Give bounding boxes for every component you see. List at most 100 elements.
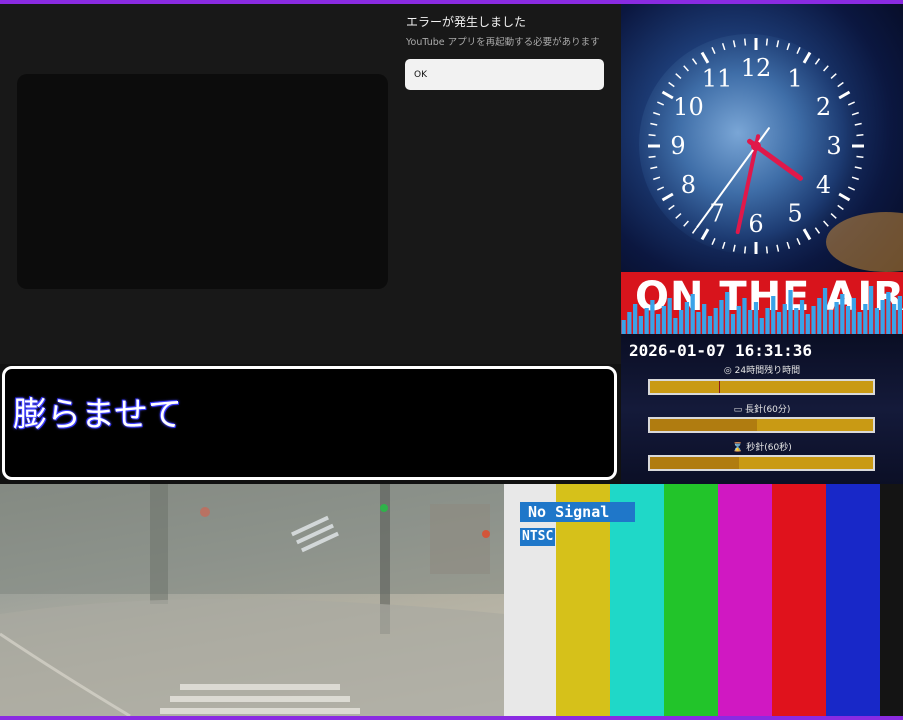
spectrum-bar <box>782 304 787 334</box>
clock-tick <box>743 38 747 46</box>
second-hand-label: ⌛ 秒針(60秒) <box>732 443 792 453</box>
day-remaining-marker <box>719 381 721 393</box>
spectrum-bar <box>799 300 805 334</box>
clock-numeral: 9 <box>670 132 685 160</box>
spectrum-bar <box>840 294 845 334</box>
spectrum-bar <box>891 304 897 334</box>
spectrum-bar <box>673 318 678 334</box>
ok-button[interactable]: OK <box>405 59 604 90</box>
time-remaining-panel: 2026-01-07 16:31:36 ◎ 24時間残り時間 ▭ 長針(60分)… <box>621 334 903 484</box>
spectrum-bar <box>828 310 833 334</box>
minute-hand-label: ▭ 長針(60分) <box>733 405 791 415</box>
color-bar <box>718 484 772 716</box>
spectrum-bar <box>684 302 690 334</box>
clock-numeral: 2 <box>816 93 831 121</box>
spectrum-bar <box>661 306 667 334</box>
spectrum-bar <box>667 298 672 334</box>
spectrum-bar <box>707 316 713 334</box>
color-bar <box>826 484 880 716</box>
day-remaining-label-text: 24時間残り時間 <box>734 366 801 376</box>
color-bar <box>772 484 826 716</box>
youtube-error-panel: エラーが発生しました YouTube アプリを再起動する必要があります OK <box>0 4 621 364</box>
spectrum-bar <box>817 298 822 334</box>
second-hand-fill <box>650 457 740 469</box>
on-the-air-banner: ON THE AIR <box>621 272 903 334</box>
minute-hand-bar <box>648 417 875 433</box>
spectrum-bar <box>679 310 684 334</box>
clock-numeral: 6 <box>748 210 763 238</box>
clock-numeral: 11 <box>702 64 733 92</box>
day-remaining-label: ◎ 24時間残り時間 <box>723 366 801 376</box>
spectrum-bar <box>753 302 759 334</box>
spectrum-bar <box>736 306 741 334</box>
video-player-placeholder <box>17 74 388 289</box>
spectrum-bar <box>868 286 874 334</box>
camera-scene <box>0 484 504 716</box>
audio-spectrum-bars <box>621 286 902 334</box>
spectrum-bar <box>696 312 701 334</box>
current-datetime: 2026-01-07 16:31:36 <box>629 341 813 360</box>
no-signal-label: No Signal <box>520 502 635 522</box>
spectrum-bar <box>742 298 747 334</box>
spectrum-bar <box>834 302 839 334</box>
spectrum-bar <box>759 318 764 334</box>
clock-tick <box>856 155 864 159</box>
street-camera-feed <box>0 484 504 716</box>
day-remaining-bar <box>648 379 875 395</box>
spectrum-bar <box>776 312 782 334</box>
clock-numeral: 12 <box>741 54 772 82</box>
spectrum-bar <box>638 316 644 334</box>
spectrum-bar <box>886 292 891 334</box>
analog-clock: 12 12 3 45678 9 1011 <box>639 34 903 272</box>
clock-tick <box>765 38 769 46</box>
spectrum-bar <box>845 306 851 334</box>
spectrum-bar <box>811 306 816 334</box>
spectrum-bar <box>765 308 770 334</box>
clock-numeral: 1 <box>787 64 802 92</box>
spectrum-bar <box>725 292 730 334</box>
second-hand-label-text: 秒針(60秒) <box>746 443 792 453</box>
sun-glow <box>826 212 903 272</box>
error-dialog-message: YouTube アプリを再起動する必要があります <box>406 37 600 48</box>
spectrum-bar <box>633 304 638 334</box>
clock-center-cap <box>751 141 761 151</box>
caption-text: 膨らませて <box>13 395 182 435</box>
spectrum-bar <box>805 314 810 334</box>
clock-numeral: 7 <box>709 200 724 228</box>
spectrum-bar <box>788 290 793 334</box>
spectrum-bar <box>880 300 885 334</box>
spectrum-bar <box>621 320 626 334</box>
spectrum-bar <box>656 314 661 334</box>
clock-numeral: 3 <box>826 132 841 160</box>
spectrum-bar <box>690 294 695 334</box>
color-bar <box>880 484 903 716</box>
clock-tick <box>648 133 656 137</box>
clock-numeral: 5 <box>787 200 802 228</box>
ntsc-label: NTSC <box>520 528 556 546</box>
spectrum-bar <box>748 310 753 334</box>
color-bars-test-pattern: No Signal NTSC <box>504 484 903 716</box>
minute-hand-label-text: 長針(60分) <box>744 405 791 415</box>
spectrum-bar <box>771 296 776 334</box>
clock-numeral: 10 <box>673 93 704 121</box>
color-bar <box>664 484 718 716</box>
clock-numeral: 8 <box>681 171 696 199</box>
clock-numeral: 4 <box>816 171 831 199</box>
spectrum-bar <box>897 296 902 334</box>
spectrum-bar <box>644 308 649 334</box>
spectrum-bar <box>713 308 718 334</box>
minute-hand-fill <box>650 419 758 431</box>
caption-box: 膨らませて <box>2 366 617 480</box>
spectrum-bar <box>822 288 828 334</box>
clock-tick <box>765 246 769 254</box>
spectrum-bar <box>851 298 856 334</box>
spectrum-bar <box>863 304 868 334</box>
bottom-border <box>0 716 903 720</box>
spectrum-bar <box>874 308 879 334</box>
clock-tick <box>856 133 864 137</box>
spectrum-bar <box>719 300 724 334</box>
spectrum-bar <box>857 312 862 334</box>
second-hand-bar <box>648 455 875 471</box>
spectrum-bar <box>627 312 632 334</box>
error-dialog-title: エラーが発生しました <box>406 15 527 29</box>
